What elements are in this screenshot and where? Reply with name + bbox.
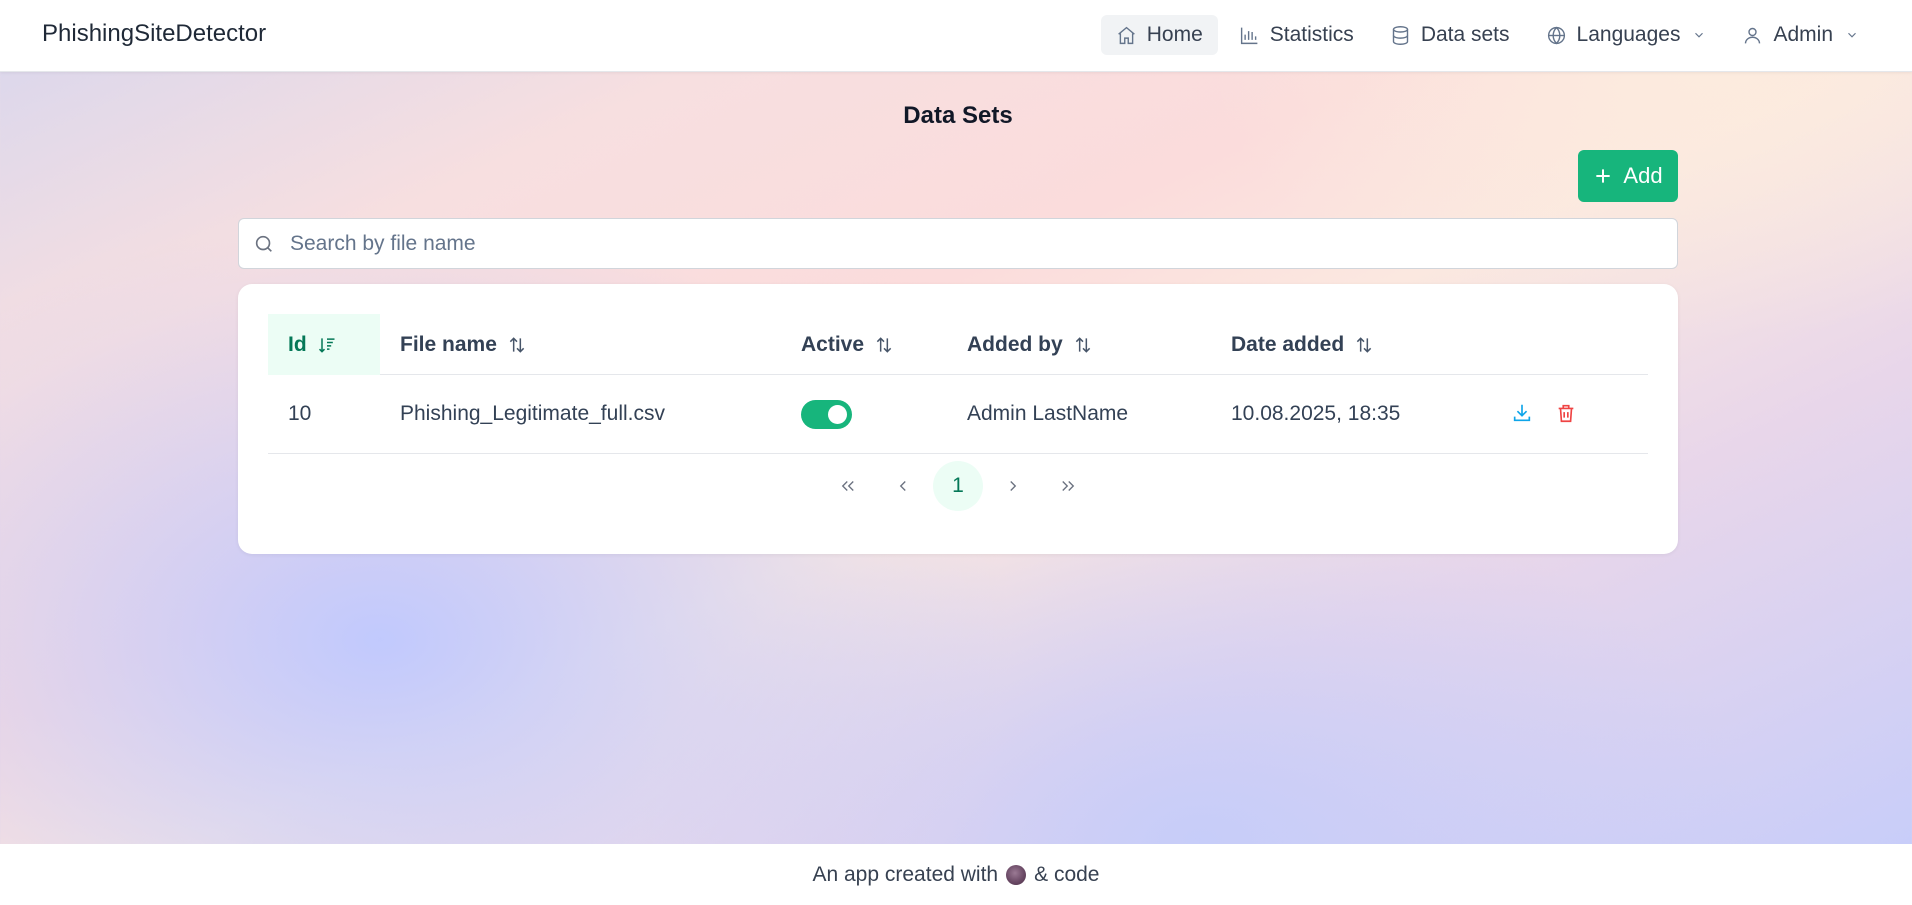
nav-item-home[interactable]: Home bbox=[1100, 15, 1218, 55]
globe-icon bbox=[1547, 26, 1565, 44]
coffee-icon bbox=[1006, 864, 1027, 885]
cell-file-name: Phishing_Legitimate_full.csv bbox=[400, 402, 665, 425]
datasets-table: Id File name Active Added by Date added bbox=[268, 314, 1648, 454]
footer: An app created with & code bbox=[0, 844, 1912, 905]
cell-actions bbox=[1491, 375, 1648, 453]
chevrons-left-icon bbox=[841, 481, 854, 491]
nav-item-label: Home bbox=[1146, 23, 1203, 46]
top-navbar: PhishingSiteDetector Home Statistics Dat… bbox=[0, 0, 1912, 72]
footer-text-after: & code bbox=[1034, 862, 1100, 886]
cell-date-added: 10.08.2025, 18:35 bbox=[1231, 402, 1401, 425]
page-title: Data Sets bbox=[903, 102, 1013, 129]
nav-item-datasets[interactable]: Data sets bbox=[1375, 15, 1525, 55]
sort-descending-icon bbox=[318, 337, 335, 353]
column-header-label: Active bbox=[801, 332, 865, 356]
column-header-label: Id bbox=[288, 332, 307, 356]
search-icon bbox=[255, 235, 272, 252]
nav-item-languages[interactable]: Languages bbox=[1531, 15, 1722, 55]
column-header-id[interactable]: Id bbox=[268, 314, 380, 375]
plus-icon bbox=[1596, 169, 1611, 183]
nav-item-label: Data sets bbox=[1420, 23, 1510, 46]
chevron-down-icon bbox=[1848, 32, 1856, 38]
chevron-down-icon bbox=[1695, 32, 1704, 38]
download-button[interactable] bbox=[1511, 402, 1535, 426]
footer-text-before: An app created with bbox=[812, 862, 999, 886]
cell-active bbox=[781, 375, 947, 453]
add-button-label: Add bbox=[1623, 163, 1663, 188]
main-nav: Home Statistics Data sets Languages Admi… bbox=[1100, 15, 1874, 55]
column-header-label: File name bbox=[400, 332, 497, 356]
trash-icon bbox=[1558, 404, 1574, 423]
column-header-label: Date added bbox=[1231, 332, 1345, 356]
home-icon bbox=[1117, 26, 1135, 44]
sort-icon bbox=[1357, 336, 1372, 353]
chevron-right-icon bbox=[1010, 481, 1017, 491]
add-button[interactable]: Add bbox=[1578, 150, 1678, 202]
table-header: Id File name Active Added by Date added bbox=[268, 314, 1648, 375]
last-page-button[interactable] bbox=[1043, 461, 1093, 511]
chevron-left-icon bbox=[899, 481, 906, 491]
next-page-button[interactable] bbox=[988, 461, 1038, 511]
datasets-table-card: Id File name Active Added by Date added bbox=[238, 284, 1678, 554]
nav-item-label: Languages bbox=[1576, 23, 1681, 46]
nav-item-label: Statistics bbox=[1269, 23, 1354, 46]
nav-item-label: Admin bbox=[1773, 23, 1833, 46]
search-input[interactable] bbox=[239, 219, 1677, 268]
user-icon bbox=[1745, 27, 1761, 43]
cell-added-by: Admin LastName bbox=[967, 402, 1129, 425]
chevrons-right-icon bbox=[1062, 481, 1075, 491]
column-header-actions bbox=[1491, 314, 1648, 375]
prev-page-button[interactable] bbox=[878, 461, 928, 511]
nav-item-statistics[interactable]: Statistics bbox=[1224, 15, 1369, 55]
download-icon bbox=[1513, 404, 1531, 422]
database-icon bbox=[1392, 25, 1409, 45]
sort-icon bbox=[1075, 336, 1090, 353]
table-row: 10 Phishing_Legitimate_full.csv Admin La… bbox=[268, 375, 1648, 454]
sort-icon bbox=[509, 336, 525, 353]
first-page-button[interactable] bbox=[823, 461, 873, 511]
cell-id: 10 bbox=[288, 402, 312, 425]
column-header-date-added[interactable]: Date added bbox=[1211, 314, 1491, 375]
brand-title[interactable]: PhishingSiteDetector bbox=[42, 20, 266, 48]
column-header-file-name[interactable]: File name bbox=[380, 314, 781, 375]
bar-chart-icon bbox=[1240, 27, 1258, 44]
column-header-added-by[interactable]: Added by bbox=[947, 314, 1211, 375]
delete-button[interactable] bbox=[1555, 402, 1579, 426]
pagination: 1 bbox=[0, 461, 1912, 511]
page-button-current[interactable]: 1 bbox=[933, 461, 983, 511]
active-toggle[interactable] bbox=[801, 399, 852, 429]
nav-item-admin[interactable]: Admin bbox=[1727, 15, 1874, 55]
search-box bbox=[238, 218, 1678, 269]
column-header-label: Added by bbox=[967, 332, 1063, 356]
column-header-active[interactable]: Active bbox=[781, 314, 947, 375]
sort-icon bbox=[876, 336, 892, 353]
